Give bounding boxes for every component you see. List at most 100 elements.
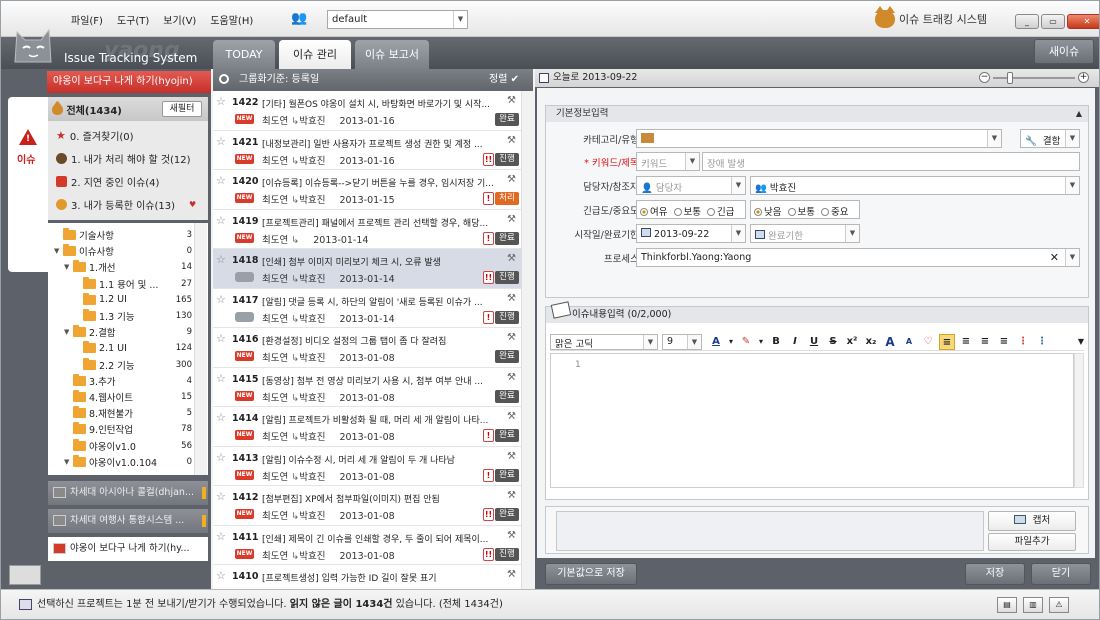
issue-row[interactable]: ☆ 1421 [내정보관리] 일반 사용자가 프로젝트 생성 권한 및 계정 ...… — [213, 130, 521, 170]
tools-icon[interactable]: ⚒ — [507, 95, 517, 107]
subscript-icon[interactable]: x₂ — [863, 334, 879, 350]
chevron-down-icon[interactable]: ▼ — [1065, 249, 1079, 266]
issue-row[interactable]: ☆ 1417 [알림] 댓글 등록 시, 하단의 알림이 '새로 등록된 이슈가 .… — [213, 288, 521, 328]
tab-issue-report[interactable]: 이슈 보고서 — [355, 40, 429, 69]
filter-delayed[interactable]: 2. 지연 중인 이슈(4) — [56, 174, 159, 189]
star-icon[interactable]: ☆ — [216, 253, 226, 266]
tree-item[interactable]: 야옹이v1.0 56 — [48, 438, 194, 454]
tools-icon[interactable]: ⚒ — [507, 293, 517, 305]
star-icon[interactable]: ☆ — [216, 372, 226, 385]
collapse-icon[interactable]: ▲ — [1076, 106, 1082, 122]
panel-layout-button[interactable] — [9, 565, 41, 585]
tools-icon[interactable]: ⚒ — [507, 490, 517, 502]
chevron-down-icon[interactable]: ▼ — [643, 334, 657, 349]
issue-row[interactable]: ☆ 1418 [인쇄] 첨부 이미지 미리보기 체크 시, 오류 발생 최도연 ↳박효… — [213, 249, 521, 289]
clear-format-icon[interactable]: ♡ — [920, 334, 936, 350]
tree-item[interactable]: ▼ 1.개선 14 — [48, 259, 194, 275]
process-select[interactable]: Thinkforbl.Yaong:Yaong ✕ ▼ — [636, 248, 1080, 267]
tree-item[interactable]: 1.3 기능 130 — [48, 308, 194, 324]
start-date-input[interactable]: 2013-09-22 ▼ — [636, 224, 746, 243]
tree-item[interactable]: 2.2 기능 300 — [48, 357, 194, 373]
side-tab-issue[interactable]: ! 이슈 — [8, 97, 48, 272]
filter-all[interactable]: 전체(1434) 새필터 — [48, 97, 208, 121]
numbered-list-icon[interactable]: ⋮ — [1015, 334, 1031, 350]
new-filter-button[interactable]: 새필터 — [162, 101, 202, 117]
chevron-down-icon[interactable]: ▼ — [1065, 177, 1079, 194]
tools-icon[interactable]: ⚒ — [507, 332, 517, 344]
filter-favorites[interactable]: ★ 0. 즐겨찾기(0) — [56, 128, 134, 143]
type-select[interactable]: 🔧 결함 ▼ — [1020, 129, 1080, 148]
issue-row[interactable]: ☆ 1411 [인쇄] 제목이 긴 이슈를 인쇄할 경우, 두 줄이 되어 제목이.… — [213, 525, 521, 565]
star-icon[interactable]: ☆ — [216, 530, 226, 543]
tree-item[interactable]: 3.추가 4 — [48, 373, 194, 389]
category-input[interactable]: ▼ — [636, 129, 1002, 148]
issue-row[interactable]: ☆ 1419 [프로젝트관리] 패널에서 프로젝트 관리 선택할 경우, 해당...… — [213, 209, 521, 249]
layout-2-icon[interactable]: ▥ — [1023, 597, 1043, 613]
importance-radio-3[interactable] — [821, 208, 830, 216]
star-icon[interactable]: ☆ — [216, 95, 226, 108]
issue-row[interactable]: ☆ 1416 [환경설정] 비디오 설정의 그룹 탭이 좀 다 잘려짐 NEW 최도연 … — [213, 328, 521, 368]
close-button[interactable]: 닫기 — [1031, 563, 1091, 585]
keyword-select[interactable]: 키워드 ▼ — [636, 152, 700, 171]
tools-icon[interactable]: ⚒ — [507, 451, 517, 463]
importance-radio-2[interactable] — [787, 208, 796, 216]
issue-row[interactable]: ☆ 1415 [동영상] 첨부 전 영상 미리보기 사용 시, 첨부 여부 안내 .… — [213, 367, 521, 407]
save-default-button[interactable]: 기본값으로 저장 — [545, 563, 637, 585]
tools-icon[interactable]: ⚒ — [507, 530, 517, 542]
current-project-header[interactable]: 야옹이 보다구 나게 하기(hyojin) — [47, 71, 211, 93]
superscript-icon[interactable]: x² — [844, 334, 860, 350]
tree-item[interactable]: 8.재현불가 5 — [48, 405, 194, 421]
tree-item[interactable]: ▼ 2.결함 9 — [48, 324, 194, 340]
underline-icon[interactable]: U — [806, 334, 822, 350]
group-by-label[interactable]: 그룹화기준: 등록일 — [239, 74, 319, 85]
tab-issue-management[interactable]: 이슈 관리 — [279, 40, 351, 69]
zoom-slider[interactable]: − + — [979, 72, 1089, 84]
tree-scrollbar[interactable] — [194, 223, 207, 475]
italic-icon[interactable]: I — [787, 334, 803, 350]
filter-registered-by-me[interactable]: 3. 내가 등록한 이슈(13) ♥ — [56, 197, 196, 212]
tab-today[interactable]: TODAY — [213, 40, 275, 69]
tree-item[interactable]: 9.인턴작업 78 — [48, 421, 194, 437]
font-size-select[interactable]: 9 ▼ — [662, 333, 702, 350]
tree-item[interactable]: 2.1 UI 124 — [48, 340, 194, 356]
project-item[interactable]: 차세대 여행사 통합시스템 ... — [48, 509, 208, 533]
issue-row[interactable]: ☆ 1413 [알림] 이슈수정 시, 머리 세 개 알림이 두 개 나타남 NEW 최… — [213, 446, 521, 486]
star-icon[interactable]: ☆ — [216, 174, 226, 187]
attachment-dropzone[interactable] — [556, 511, 984, 551]
tree-item[interactable]: 기술사항 3 — [48, 227, 194, 243]
bullet-list-icon[interactable]: ⋮ — [1034, 334, 1050, 350]
align-center-icon[interactable]: ≡ — [958, 334, 974, 350]
close-window-button[interactable]: ✕ — [1067, 14, 1099, 29]
tree-item[interactable]: 1.1 용어 및 ... 27 — [48, 276, 194, 292]
chevron-down-icon[interactable]: ▼ — [685, 153, 699, 170]
urgency-radio-3[interactable] — [707, 208, 716, 216]
issue-row[interactable]: ☆ 1412 [첨부편집] XP에서 첨부파일(이미지) 편집 안됨 NEW 최도연 ↳… — [213, 486, 521, 526]
expand-toggle-icon[interactable]: ▼ — [64, 458, 73, 466]
tools-icon[interactable]: ⚒ — [507, 569, 517, 581]
capture-button[interactable]: 캡처 — [988, 511, 1076, 531]
tools-icon[interactable]: ⚒ — [507, 174, 517, 186]
reference-select[interactable]: 👥 박효진 ▼ — [750, 176, 1080, 195]
star-icon[interactable]: ☆ — [216, 135, 226, 148]
chevron-down-icon[interactable]: ▼ — [731, 177, 745, 194]
chevron-down-icon[interactable]: ▼ — [845, 225, 859, 242]
save-button[interactable]: 저장 — [965, 563, 1025, 585]
star-icon[interactable]: ☆ — [216, 332, 226, 345]
tools-icon[interactable]: ⚒ — [507, 372, 517, 384]
title-input[interactable]: 장애 발생 — [702, 152, 1080, 171]
menu-help[interactable]: 도움말(H) — [210, 12, 253, 27]
minimize-button[interactable]: _ — [1015, 14, 1039, 29]
strikethrough-icon[interactable]: S — [825, 334, 841, 350]
star-icon[interactable]: ☆ — [216, 451, 226, 464]
today-label[interactable]: 오늘로 2013-09-22 — [553, 72, 637, 83]
menu-view[interactable]: 보기(V) — [163, 12, 196, 27]
importance-radio-1[interactable] — [754, 208, 762, 216]
sort-button[interactable]: 정렬 ✔ — [489, 69, 519, 91]
alert-icon[interactable]: ⚠ — [1049, 597, 1069, 613]
zoom-slider-knob[interactable] — [1007, 72, 1013, 84]
chevron-down-icon[interactable]: ▼ — [987, 130, 1001, 147]
tools-icon[interactable]: ⚒ — [507, 411, 517, 423]
menu-file[interactable]: 파일(F) — [71, 12, 103, 27]
star-icon[interactable]: ☆ — [216, 411, 226, 424]
issue-row[interactable]: ☆ 1422 [기타] 월폰OS 야옹이 설치 시, 바탕화면 바로가기 및 시작.… — [213, 91, 521, 131]
